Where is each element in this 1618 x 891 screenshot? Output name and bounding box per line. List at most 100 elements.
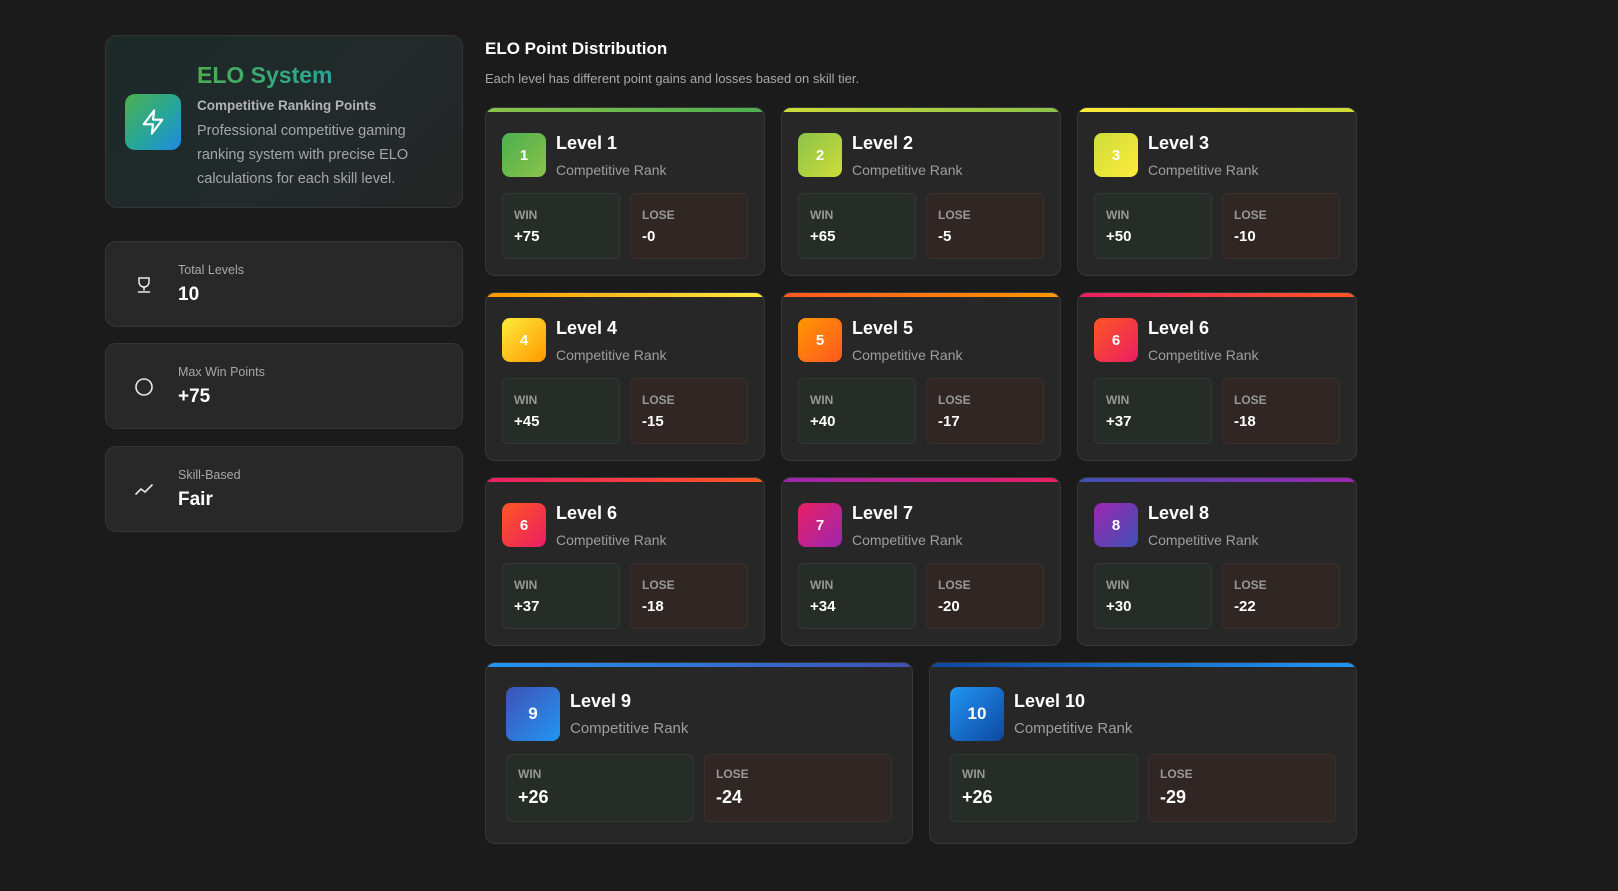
lose-label: LOSE (642, 393, 675, 407)
level-rank: Competitive Rank (556, 532, 667, 548)
lose-points-box: LOSE -18 (630, 563, 748, 629)
win-value: +75 (514, 228, 540, 245)
lose-label: LOSE (938, 208, 971, 222)
lose-label: LOSE (716, 767, 749, 781)
hero-subtitle: Competitive Ranking Points (197, 98, 377, 113)
level-rank: Competitive Rank (1014, 720, 1133, 737)
win-value: +65 (810, 228, 836, 245)
level-title: Level 1 (556, 133, 618, 153)
win-value: +37 (1106, 413, 1132, 430)
win-label: WIN (1106, 393, 1130, 407)
level-card: 4 Level 4 Competitive Rank WIN +45 LOSE -15 (485, 292, 765, 461)
level-card: 10 Level 10 Competitive Rank WIN +26 LOSE -29 (929, 662, 1357, 844)
lose-points-box: LOSE -0 (630, 193, 748, 259)
lose-points-box: LOSE -20 (926, 563, 1044, 629)
win-points-box: WIN +65 (798, 193, 916, 259)
lose-value: -20 (938, 598, 960, 615)
level-rank: Competitive Rank (570, 720, 689, 737)
win-label: WIN (514, 393, 538, 407)
lose-points-box: LOSE -24 (704, 754, 892, 822)
trend-line-icon (134, 480, 154, 500)
card-accent-bar (486, 663, 912, 667)
lose-value: -18 (642, 598, 664, 615)
stat-card-total-levels: Total Levels 10 (105, 241, 463, 327)
stat-card-max-win-points: Max Win Points +75 (105, 343, 463, 429)
level-rank: Competitive Rank (1148, 532, 1259, 548)
level-card: 5 Level 5 Competitive Rank WIN +40 LOSE -17 (781, 292, 1061, 461)
win-value: +26 (962, 787, 993, 807)
lose-label: LOSE (642, 208, 675, 222)
card-accent-bar (782, 108, 1060, 112)
level-number-badge: 6 (502, 503, 546, 547)
win-value: +26 (518, 787, 549, 807)
level-title: Level 4 (556, 318, 618, 338)
level-number-badge: 5 (798, 318, 842, 362)
lose-label: LOSE (1234, 208, 1267, 222)
level-number-badge: 10 (950, 687, 1004, 741)
level-card: 6 Level 6 Competitive Rank WIN +37 LOSE -18 (1077, 292, 1357, 461)
level-card: 6 Level 6 Competitive Rank WIN +37 LOSE -18 (485, 477, 765, 646)
lose-points-box: LOSE -15 (630, 378, 748, 444)
lose-label: LOSE (1160, 767, 1193, 781)
win-points-box: WIN +75 (502, 193, 620, 259)
lose-points-box: LOSE -18 (1222, 378, 1340, 444)
card-accent-bar (1078, 293, 1356, 297)
level-title: Level 5 (852, 318, 914, 338)
level-number-badge: 9 (506, 687, 560, 741)
stat-value: Fair (178, 489, 213, 510)
win-label: WIN (962, 767, 986, 781)
level-title: Level 9 (570, 691, 632, 711)
level-number-badge: 6 (1094, 318, 1138, 362)
stat-label: Skill-Based (178, 468, 241, 482)
lose-value: -0 (642, 228, 656, 245)
lose-value: -18 (1234, 413, 1256, 430)
lose-label: LOSE (1234, 578, 1267, 592)
level-number-badge: 4 (502, 318, 546, 362)
card-accent-bar (486, 108, 764, 112)
lose-points-box: LOSE -10 (1222, 193, 1340, 259)
level-number-badge: 2 (798, 133, 842, 177)
level-title: Level 8 (1148, 503, 1210, 523)
lose-label: LOSE (1234, 393, 1267, 407)
level-number-badge: 7 (798, 503, 842, 547)
win-label: WIN (1106, 578, 1130, 592)
level-rank: Competitive Rank (556, 347, 667, 363)
level-rank: Competitive Rank (852, 162, 963, 178)
win-label: WIN (810, 578, 834, 592)
card-accent-bar (486, 293, 764, 297)
lose-label: LOSE (938, 578, 971, 592)
level-card: 8 Level 8 Competitive Rank WIN +30 LOSE -22 (1077, 477, 1357, 646)
lose-value: -10 (1234, 228, 1256, 245)
win-points-box: WIN +45 (502, 378, 620, 444)
card-accent-bar (1078, 478, 1356, 482)
lose-value: -22 (1234, 598, 1256, 615)
level-title: Level 6 (556, 503, 618, 523)
level-card: 1 Level 1 Competitive Rank WIN +75 LOSE -0 (485, 107, 765, 276)
lose-points-box: LOSE -5 (926, 193, 1044, 259)
card-accent-bar (930, 663, 1356, 667)
card-accent-bar (486, 478, 764, 482)
level-card: 9 Level 9 Competitive Rank WIN +26 LOSE -24 (485, 662, 913, 844)
win-value: +30 (1106, 598, 1132, 615)
level-title: Level 6 (1148, 318, 1210, 338)
win-label: WIN (514, 578, 538, 592)
level-rank: Competitive Rank (1148, 347, 1259, 363)
stat-label: Total Levels (178, 263, 245, 277)
card-accent-bar (782, 293, 1060, 297)
level-rank: Competitive Rank (1148, 162, 1259, 178)
lose-value: -5 (938, 228, 952, 245)
stat-value: +75 (178, 386, 211, 407)
win-value: +50 (1106, 228, 1132, 245)
section-title: ELO Point Distribution (485, 39, 668, 58)
level-rank: Competitive Rank (556, 162, 667, 178)
win-label: WIN (810, 208, 834, 222)
lose-points-box: LOSE -22 (1222, 563, 1340, 629)
card-accent-bar (1078, 108, 1356, 112)
lose-value: -17 (938, 413, 960, 430)
win-value: +34 (810, 598, 836, 615)
win-value: +45 (514, 413, 540, 430)
lose-label: LOSE (642, 578, 675, 592)
win-label: WIN (810, 393, 834, 407)
win-points-box: WIN +30 (1094, 563, 1212, 629)
win-label: WIN (518, 767, 542, 781)
